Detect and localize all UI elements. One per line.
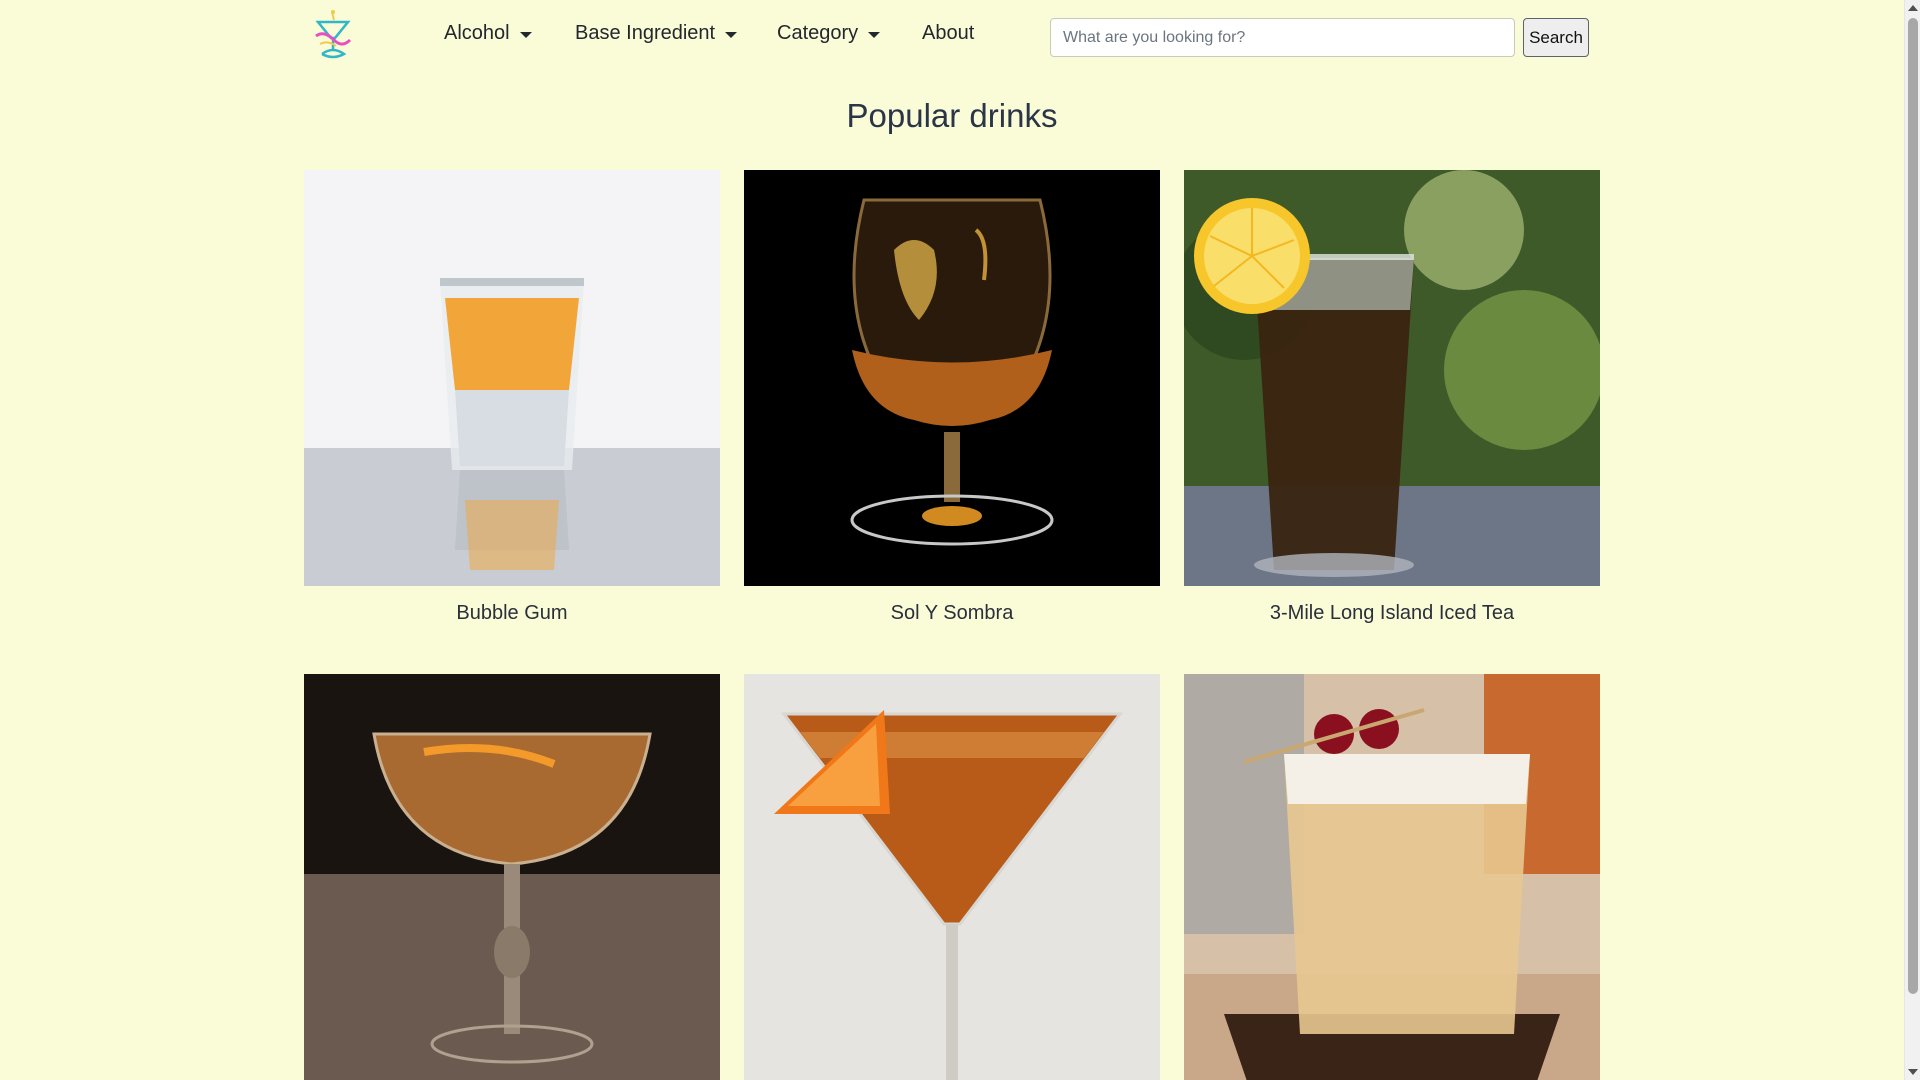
nav-category-label: Category xyxy=(777,22,859,44)
scroll-up-arrow-icon[interactable] xyxy=(1908,5,1918,11)
chevron-down-icon xyxy=(519,31,532,38)
chevron-down-icon xyxy=(725,31,738,38)
nav-alcohol-dropdown[interactable]: Alcohol xyxy=(444,22,532,45)
nav-about-label: About xyxy=(922,22,975,44)
chevron-down-icon xyxy=(868,31,881,38)
drink-image-highball-iced-tea[interactable] xyxy=(1184,170,1600,586)
drink-image-rocks-glass[interactable] xyxy=(1184,674,1600,1080)
drink-card[interactable]: 3-Mile Long Island Iced Tea xyxy=(1184,170,1600,625)
drink-image-martini-glass[interactable] xyxy=(744,674,1160,1080)
drink-card[interactable] xyxy=(1184,674,1600,1080)
page-title: Popular drinks xyxy=(846,97,1058,134)
drink-name[interactable]: 3-Mile Long Island Iced Tea xyxy=(1184,602,1600,625)
nav-about-link[interactable]: About xyxy=(922,22,974,45)
drink-card[interactable]: Sol Y Sombra xyxy=(744,170,1160,625)
drink-image-shot-glass[interactable] xyxy=(304,170,720,586)
navbar: Alcohol Base Ingredient Category About S… xyxy=(0,0,1904,74)
vertical-scrollbar[interactable] xyxy=(1904,0,1920,1080)
nav-alcohol-label: Alcohol xyxy=(444,22,510,44)
drink-card[interactable]: Bubble Gum xyxy=(304,170,720,625)
drink-name[interactable]: Bubble Gum xyxy=(304,602,720,625)
nav-base-ingredient-dropdown[interactable]: Base Ingredient xyxy=(575,22,738,45)
scroll-down-arrow-icon[interactable] xyxy=(1908,1069,1918,1075)
nav-base-ingredient-label: Base Ingredient xyxy=(575,22,716,44)
search-input[interactable] xyxy=(1050,18,1515,57)
drink-card[interactable] xyxy=(744,674,1160,1080)
cocktail-glass-logo-icon[interactable] xyxy=(310,10,356,66)
search-button[interactable]: Search xyxy=(1523,18,1589,57)
drink-image-brandy-snifter[interactable] xyxy=(744,170,1160,586)
drink-name[interactable]: Sol Y Sombra xyxy=(744,602,1160,625)
drink-card[interactable] xyxy=(304,674,720,1080)
scroll-thumb[interactable] xyxy=(1908,18,1918,994)
drink-image-coupe-glass[interactable] xyxy=(304,674,720,1080)
nav-category-dropdown[interactable]: Category xyxy=(777,22,881,45)
